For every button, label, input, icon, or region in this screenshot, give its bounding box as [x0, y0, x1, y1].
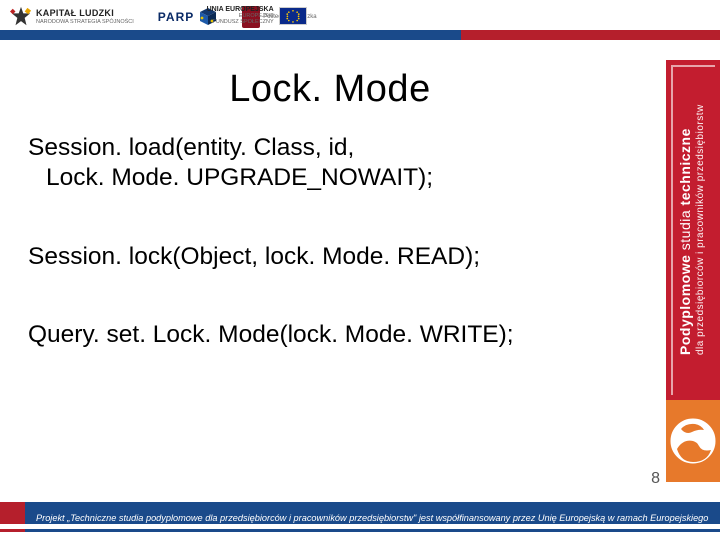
header: KAPITAŁ LUDZKI NARODOWA STRATEGIA SPÓJNO… [0, 0, 720, 60]
parp-label: PARP [158, 11, 194, 23]
sidebar-accent: techniczne [677, 128, 693, 205]
logo-eu: UNIA EUROPEJSKA EUROPEJSKI FUNDUSZ SPOŁE… [207, 6, 307, 25]
code-line-1: Session. load(entity. Class, id, Lock. M… [28, 133, 632, 194]
code-line-2: Session. lock(Object, lock. Mode. READ); [28, 242, 632, 272]
eu-title: UNIA EUROPEJSKA [207, 6, 274, 13]
footer: Projekt „Techniczne studia podyplomowe d… [0, 482, 720, 540]
sidebar-banner: Podyplomowe studia techniczne dla przeds… [666, 60, 720, 400]
kapital-star-icon [10, 6, 32, 28]
eu-flag-icon [279, 7, 307, 25]
code-line-1a: Session. load(entity. Class, id, [28, 134, 354, 161]
kapital-subtitle: NARODOWA STRATEGIA SPÓJNOŚCI [36, 19, 134, 25]
sidebar-rest: studia [677, 206, 693, 251]
content: Lock. Mode Session. load(entity. Class, … [0, 64, 660, 482]
footer-thin-bar [0, 529, 720, 532]
sidebar-bold: Podyplomowe [677, 251, 693, 356]
code-line-1b: Lock. Mode. UPGRADE_NOWAIT); [28, 163, 433, 193]
code-line-3: Query. set. Lock. Mode(lock. Mode. WRITE… [28, 320, 632, 350]
slide: KAPITAŁ LUDZKI NARODOWA STRATEGIA SPÓJNO… [0, 0, 720, 540]
header-stripe [0, 30, 720, 40]
kapital-title: KAPITAŁ LUDZKI [36, 8, 114, 18]
globe-icon [667, 415, 719, 467]
footer-text: Projekt „Techniczne studia podyplomowe d… [36, 513, 710, 523]
sidebar: Podyplomowe studia techniczne dla przeds… [666, 60, 720, 482]
logo-row: KAPITAŁ LUDZKI NARODOWA STRATEGIA SPÓJNO… [10, 6, 317, 28]
logo-kapital-ludzki: KAPITAŁ LUDZKI NARODOWA STRATEGIA SPÓJNO… [10, 6, 134, 28]
sidebar-sub: dla przedsiębiorców i pracowników przeds… [695, 105, 706, 356]
sidebar-orange [666, 400, 720, 482]
sidebar-text: Podyplomowe studia techniczne dla przeds… [666, 60, 720, 400]
slide-title: Lock. Mode [28, 68, 632, 111]
eu-subtitle: EUROPEJSKI FUNDUSZ SPOŁECZNY [207, 13, 274, 25]
